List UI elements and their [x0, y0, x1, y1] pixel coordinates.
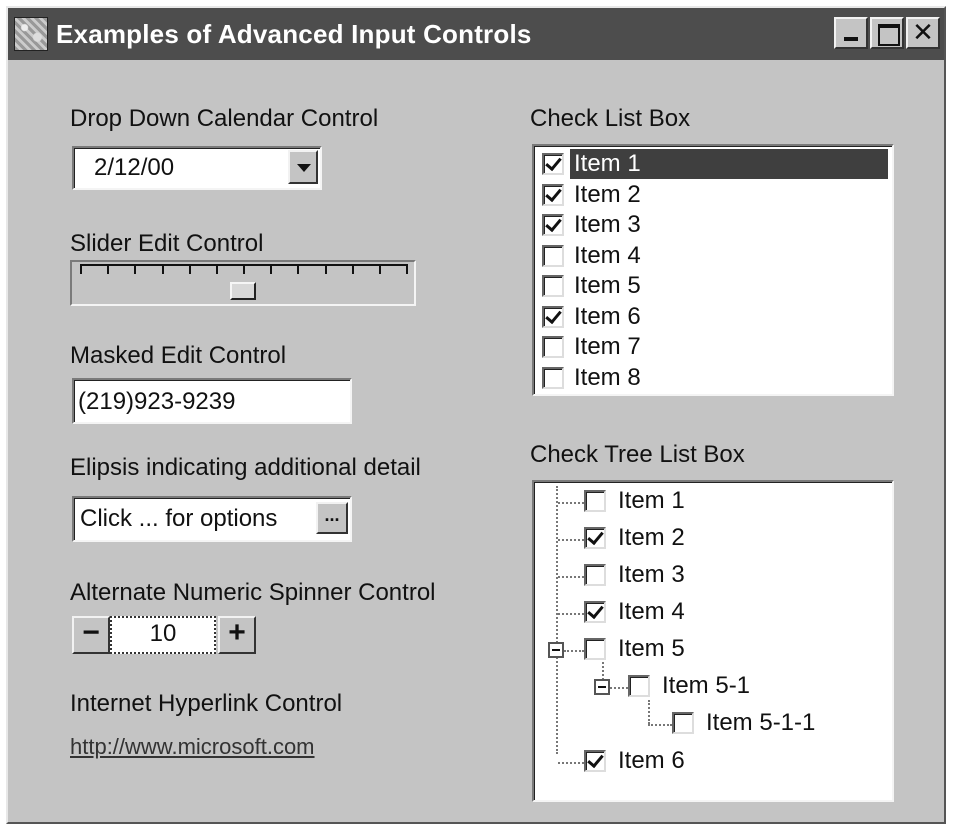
spinner-decrement-button[interactable]: −: [72, 616, 110, 654]
check-tree-list-box[interactable]: Item 1 Item 2 Item 3 Item 4 Item 5 Item 5-1 It…: [532, 480, 894, 802]
tree-checkbox[interactable]: [584, 564, 606, 586]
tree-item-label[interactable]: Item 4: [618, 598, 685, 626]
tree-item-label[interactable]: Item 5: [618, 635, 685, 663]
spinner-value-field[interactable]: 10: [110, 616, 216, 654]
tree-checkbox[interactable]: [584, 750, 606, 772]
check-tree-list-box-label: Check Tree List Box: [530, 441, 745, 468]
checkbox[interactable]: [542, 366, 564, 389]
check-list-item[interactable]: Item 1: [538, 149, 888, 179]
app-window: Examples of Advanced Input Controls ✕ Dr…: [6, 6, 946, 824]
date-control-label: Drop Down Calendar Control: [70, 105, 379, 132]
checkbox[interactable]: [542, 153, 564, 175]
tree-connector: [564, 650, 584, 652]
checkbox[interactable]: [542, 336, 564, 358]
minimize-button[interactable]: [834, 17, 868, 49]
slider-tick: [243, 264, 245, 274]
tree-item-label[interactable]: Item 6: [618, 747, 685, 775]
tree-item-label[interactable]: Item 2: [618, 524, 685, 552]
maximize-button[interactable]: [870, 17, 904, 49]
check-list-item-label: Item 1: [570, 149, 888, 179]
slider-tick: [162, 264, 164, 274]
check-list-item-label: Item 3: [574, 211, 641, 238]
tree-checkbox[interactable]: [584, 638, 606, 660]
date-dropdown[interactable]: 2/12/00: [72, 146, 322, 190]
slider-tick: [80, 264, 82, 274]
dropdown-arrow-button[interactable]: [288, 150, 318, 184]
app-icon[interactable]: [14, 17, 48, 51]
check-list-item-label: Item 5: [574, 272, 641, 299]
slider-tick: [216, 264, 218, 274]
check-list-item-label: Item 6: [574, 302, 641, 330]
checkbox[interactable]: [542, 275, 564, 297]
spinner-label: Alternate Numeric Spinner Control: [70, 579, 436, 606]
tree-connector: [558, 762, 584, 764]
tree-item-label[interactable]: Item 5-1: [662, 672, 750, 700]
slider-control-label: Slider Edit Control: [70, 230, 264, 257]
slider-thumb[interactable]: [230, 282, 256, 300]
tree-item-label[interactable]: Item 1: [618, 487, 685, 515]
title-bar[interactable]: Examples of Advanced Input Controls ✕: [8, 8, 944, 60]
masked-edit-field[interactable]: (219)923-9239: [72, 378, 352, 424]
check-list-item-label: Item 4: [574, 241, 641, 269]
check-list-item-label: Item 8: [574, 363, 641, 391]
tree-checkbox[interactable]: [584, 601, 606, 623]
slider-tick: [107, 264, 109, 274]
close-button[interactable]: ✕: [906, 17, 940, 49]
tree-collapse-toggle[interactable]: [548, 642, 564, 658]
check-list-item[interactable]: Item 8: [538, 363, 888, 393]
check-list-box-label: Check List Box: [530, 105, 691, 132]
checkbox[interactable]: [542, 244, 564, 267]
slider-tick: [134, 264, 136, 274]
slider-tick: [406, 264, 408, 274]
tree-connector: [648, 724, 672, 726]
slider-tick: [270, 264, 272, 274]
slider-tick: [189, 264, 191, 274]
window-title: Examples of Advanced Input Controls: [56, 18, 532, 49]
checkbox[interactable]: [542, 305, 564, 328]
tree-connector: [558, 613, 584, 615]
checkbox[interactable]: [542, 183, 564, 206]
check-list-item-label: Item 7: [574, 333, 641, 360]
slider-tick: [352, 264, 354, 274]
slider-tick: [379, 264, 381, 274]
tree-checkbox[interactable]: [584, 527, 606, 549]
date-value: 2/12/00: [94, 154, 175, 181]
masked-edit-value: (219)923-9239: [78, 388, 236, 415]
check-list-item[interactable]: Item 4: [538, 241, 888, 271]
tree-branch-line: [648, 700, 650, 724]
spinner-increment-button[interactable]: +: [218, 616, 256, 654]
check-list-item-label: Item 2: [574, 180, 641, 208]
ellipsis-value: Click ... for options: [80, 505, 278, 532]
check-list-box[interactable]: Item 1 Item 2 Item 3 Item 4 Item 5 Item 6 Item…: [532, 144, 894, 396]
check-list-item[interactable]: Item 2: [538, 180, 888, 210]
hyperlink-label: Internet Hyperlink Control: [70, 690, 343, 717]
slider-control[interactable]: [70, 260, 416, 306]
microsoft-hyperlink[interactable]: http://www.microsoft.com: [70, 734, 315, 760]
tree-checkbox[interactable]: [628, 675, 650, 697]
tree-item-label[interactable]: Item 5-1-1: [706, 709, 815, 737]
tree-connector: [558, 576, 584, 578]
tree-collapse-toggle[interactable]: [594, 679, 610, 695]
ellipsis-button[interactable]: ...: [316, 502, 348, 534]
slider-tick: [297, 264, 299, 274]
ellipsis-control-label: Elipsis indicating additional detail: [70, 454, 421, 481]
tree-checkbox[interactable]: [584, 490, 606, 512]
tree-checkbox[interactable]: [672, 712, 694, 734]
check-list-item[interactable]: Item 5: [538, 271, 888, 301]
checkbox[interactable]: [542, 214, 564, 236]
tree-item-label[interactable]: Item 3: [618, 561, 685, 589]
slider-tick: [325, 264, 327, 274]
window-controls: ✕: [834, 17, 940, 49]
tree-connector: [558, 539, 584, 541]
check-list-item[interactable]: Item 3: [538, 210, 888, 240]
tree-root-line: [556, 486, 558, 754]
tree-connector: [558, 502, 584, 504]
check-list-item[interactable]: Item 7: [538, 332, 888, 362]
ellipsis-field[interactable]: Click ... for options ...: [72, 496, 352, 542]
check-list-item[interactable]: Item 6: [538, 302, 888, 332]
masked-edit-label: Masked Edit Control: [70, 342, 287, 369]
tree-connector: [610, 687, 628, 689]
